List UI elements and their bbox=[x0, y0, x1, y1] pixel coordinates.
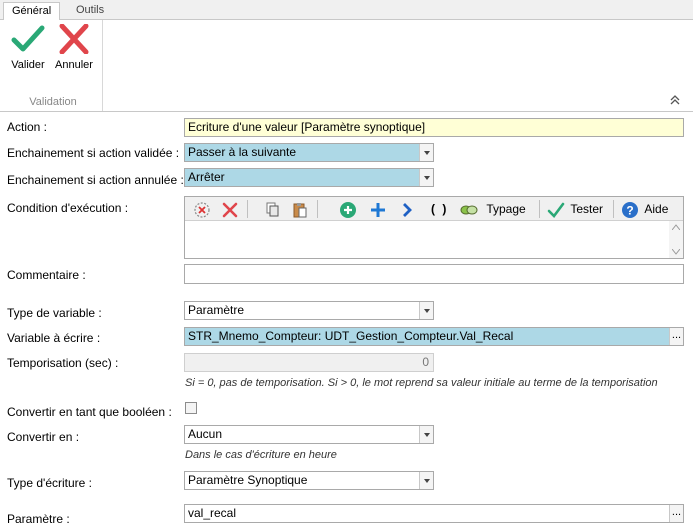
scroll-up-icon[interactable] bbox=[672, 224, 680, 230]
help-icon: ? bbox=[622, 201, 638, 218]
var-write-value: STR_Mnemo_Compteur: UDT_Gestion_Compteur… bbox=[188, 329, 514, 343]
comment-input[interactable] bbox=[184, 264, 684, 284]
plus-button[interactable] bbox=[369, 199, 387, 219]
cancel-button[interactable]: Annuler bbox=[51, 24, 97, 80]
copy-icon bbox=[266, 202, 279, 217]
toolbar-separator bbox=[539, 200, 540, 218]
chevron-down-icon[interactable] bbox=[419, 144, 433, 161]
condition-label: Condition d'exécution : bbox=[7, 201, 129, 215]
param-value: val_recal bbox=[188, 506, 237, 520]
condition-scrollbar[interactable] bbox=[669, 221, 683, 258]
chevron-down-icon[interactable] bbox=[419, 472, 433, 489]
paste-icon bbox=[293, 202, 307, 218]
typage-button[interactable]: Typage bbox=[459, 199, 526, 219]
chain-cancelled-label: Enchainement si action annulée : bbox=[7, 173, 184, 187]
as-bool-label: Convertir en tant que booléen : bbox=[7, 405, 172, 419]
add-button[interactable] bbox=[339, 199, 357, 219]
var-type-label: Type de variable : bbox=[7, 306, 102, 320]
ribbon-tabstrip: Général Outils bbox=[0, 0, 693, 21]
chevron-down-icon[interactable] bbox=[419, 426, 433, 443]
chain-validated-label: Enchainement si action validée : bbox=[7, 146, 180, 160]
var-write-label: Variable à écrire : bbox=[7, 331, 101, 345]
copy-button[interactable] bbox=[263, 199, 281, 219]
tester-button[interactable]: Tester bbox=[547, 199, 603, 219]
chevron-down-icon[interactable] bbox=[419, 169, 433, 186]
delay-label: Temporisation (sec) : bbox=[7, 356, 119, 370]
chain-validated-value: Passer à la suivante bbox=[188, 145, 297, 159]
browse-button[interactable]: ... bbox=[669, 328, 683, 345]
convert-to-value: Aucun bbox=[188, 427, 223, 441]
cancel-label: Annuler bbox=[55, 59, 93, 71]
cross-icon bbox=[59, 24, 89, 54]
collapse-ribbon-icon[interactable] bbox=[669, 94, 681, 106]
typage-icon bbox=[460, 205, 478, 215]
toolbar-separator bbox=[317, 200, 318, 218]
var-write-field[interactable]: STR_Mnemo_Compteur: UDT_Gestion_Compteur… bbox=[184, 327, 684, 346]
write-type-label: Type d'écriture : bbox=[7, 476, 92, 490]
write-type-value: Paramètre Synoptique bbox=[188, 473, 308, 487]
chevron-down-icon[interactable] bbox=[419, 302, 433, 319]
delay-input[interactable]: 0 bbox=[184, 353, 434, 372]
plus-icon bbox=[371, 202, 385, 217]
clear-button[interactable] bbox=[193, 199, 211, 219]
validate-button[interactable]: Valider bbox=[5, 24, 51, 80]
ribbon: Valider Annuler Validation bbox=[0, 20, 693, 112]
clear-icon bbox=[194, 202, 210, 218]
toolbar-separator bbox=[247, 200, 248, 218]
convert-to-label: Convertir en : bbox=[7, 430, 80, 444]
tab-general[interactable]: Général bbox=[3, 2, 61, 21]
next-button[interactable] bbox=[399, 199, 415, 219]
help-button[interactable]: ? Aide bbox=[621, 199, 668, 219]
param-field[interactable]: val_recal ... bbox=[184, 504, 684, 523]
check-icon bbox=[11, 25, 45, 52]
chain-cancelled-select[interactable]: Arrêter bbox=[184, 168, 434, 187]
param-label: Paramètre : bbox=[7, 512, 70, 526]
delete-icon bbox=[222, 202, 238, 218]
typage-label: Typage bbox=[486, 202, 526, 216]
write-type-select[interactable]: Paramètre Synoptique bbox=[184, 471, 434, 490]
convert-to-note: Dans le cas d'écriture en heure bbox=[185, 449, 337, 461]
action-field[interactable]: Ecriture d'une valeur [Paramètre synopti… bbox=[184, 118, 684, 137]
condition-editor[interactable]: ( ) Typage Tester ? Aide bbox=[184, 196, 684, 259]
as-bool-checkbox[interactable] bbox=[185, 402, 197, 414]
browse-button[interactable]: ... bbox=[669, 505, 683, 522]
chevron-right-icon bbox=[403, 202, 412, 217]
svg-text:?: ? bbox=[626, 203, 633, 217]
validate-label: Valider bbox=[11, 59, 45, 71]
validation-group-label: Validation bbox=[29, 96, 77, 108]
tester-label: Tester bbox=[570, 202, 604, 216]
var-type-value: Paramètre bbox=[188, 303, 245, 317]
add-icon bbox=[340, 201, 356, 218]
delay-note: Si = 0, pas de temporisation. Si > 0, le… bbox=[185, 377, 658, 389]
chain-cancelled-value: Arrêter bbox=[188, 170, 225, 184]
condition-toolbar: ( ) Typage Tester ? Aide bbox=[185, 197, 683, 221]
delete-button[interactable] bbox=[221, 199, 239, 219]
comment-label: Commentaire : bbox=[7, 268, 86, 282]
tab-outils[interactable]: Outils bbox=[68, 2, 112, 21]
tester-check-icon bbox=[547, 202, 565, 218]
validation-group: Valider Annuler Validation bbox=[3, 20, 103, 111]
help-label: Aide bbox=[644, 202, 669, 216]
paste-button[interactable] bbox=[291, 199, 309, 219]
var-type-select[interactable]: Paramètre bbox=[184, 301, 434, 320]
chain-validated-select[interactable]: Passer à la suivante bbox=[184, 143, 434, 162]
scroll-down-icon[interactable] bbox=[672, 249, 680, 255]
toolbar-separator bbox=[613, 200, 614, 218]
action-label: Action : bbox=[7, 120, 48, 134]
convert-to-select[interactable]: Aucun bbox=[184, 425, 434, 444]
parentheses-button[interactable]: ( ) bbox=[431, 199, 448, 219]
